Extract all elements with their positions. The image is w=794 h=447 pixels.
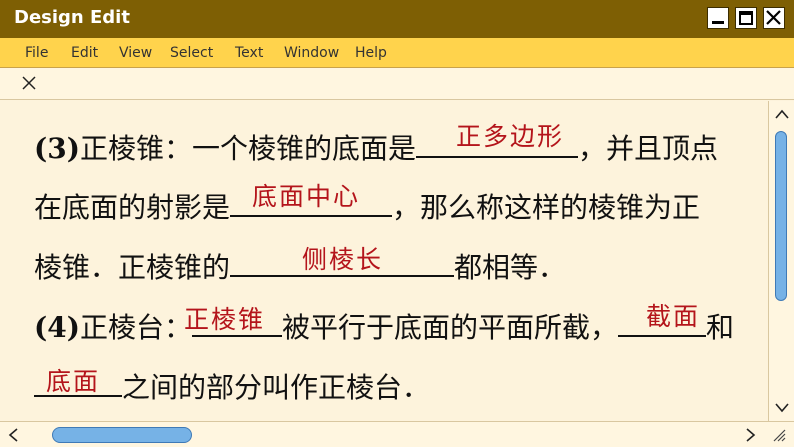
answer-6: 底面 <box>46 367 101 396</box>
document-canvas: (3)正棱锥：一个棱锥的底面是 ，并且顶点 正多边形 在底面的射影是 ，那么称这样的… <box>0 101 768 421</box>
vertical-scroll-thumb[interactable] <box>775 131 787 301</box>
answer-2: 底面中心 <box>252 182 361 211</box>
text-line-2: 在底面的射影是 ，那么称这样的棱锥为正 <box>34 186 700 226</box>
item-number-3: (3) <box>34 132 80 165</box>
text-segment: 之间的部分叫作正棱台． <box>122 371 431 404</box>
menu-text[interactable]: Text <box>235 45 263 61</box>
scroll-up-icon[interactable] <box>775 109 789 119</box>
scroll-down-icon[interactable] <box>775 403 789 413</box>
maximize-icon <box>739 11 753 25</box>
scroll-left-icon[interactable] <box>8 428 18 442</box>
tab-bar <box>0 68 794 100</box>
menu-window[interactable]: Window <box>284 45 339 61</box>
menu-bar: File Edit View Select Text Window Help <box>0 38 794 68</box>
minimize-button[interactable] <box>707 7 729 29</box>
item-number-4: (4) <box>34 311 80 344</box>
text-line-1: (3)正棱锥：一个棱锥的底面是 ，并且顶点 <box>34 127 718 167</box>
answer-3: 侧棱长 <box>302 245 384 274</box>
text-segment: 正棱锥：一个棱锥的底面是 <box>79 132 416 165</box>
window-title: Design Edit <box>14 7 130 28</box>
menu-view[interactable]: View <box>119 45 152 61</box>
title-bar: Design Edit <box>0 0 794 38</box>
maximize-button[interactable] <box>735 7 757 29</box>
answer-5: 截面 <box>646 302 701 331</box>
text-segment: 被平行于底面的平面所截， <box>282 311 619 344</box>
vertical-scrollbar[interactable] <box>768 101 794 421</box>
minimize-icon <box>712 21 724 24</box>
text-line-4: (4)正棱台： 被平行于底面的平面所截， 和 <box>34 306 734 346</box>
answer-1: 正多边形 <box>456 122 565 151</box>
text-segment: ，那么称这样的棱锥为正 <box>392 191 701 224</box>
text-segment: 棱锥．正棱锥的 <box>34 251 231 284</box>
text-segment: 正棱台： <box>79 311 192 344</box>
tab-close-icon[interactable] <box>20 74 38 92</box>
answer-4: 正棱锥 <box>184 305 266 334</box>
menu-edit[interactable]: Edit <box>71 45 98 61</box>
close-icon <box>766 10 781 25</box>
menu-file[interactable]: File <box>25 45 48 61</box>
text-segment: 在底面的射影是 <box>34 191 231 224</box>
text-segment: ，并且顶点 <box>578 132 719 165</box>
app-window: Design Edit File Edit View Select Text W… <box>0 0 794 447</box>
resize-grip-icon[interactable] <box>772 428 786 442</box>
horizontal-scrollbar[interactable] <box>0 421 794 447</box>
close-button[interactable] <box>763 7 785 29</box>
text-segment: 和 <box>706 311 735 344</box>
horizontal-scroll-thumb[interactable] <box>52 427 192 443</box>
menu-help[interactable]: Help <box>355 45 387 61</box>
scroll-right-icon[interactable] <box>746 428 756 442</box>
text-segment: 都相等． <box>454 251 567 284</box>
text-line-3: 棱锥．正棱锥的 都相等． <box>34 246 566 286</box>
menu-select[interactable]: Select <box>170 45 213 61</box>
